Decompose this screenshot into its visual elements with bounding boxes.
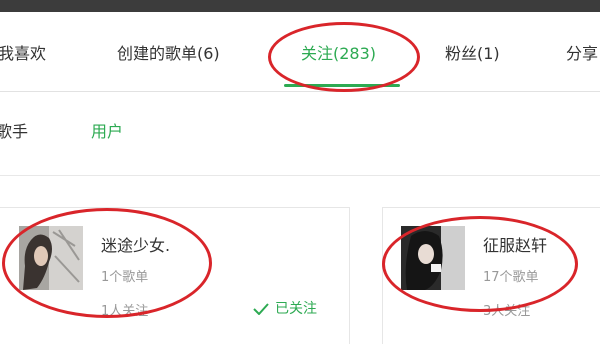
user-card[interactable]: 征服赵轩 17个歌单 3人关注 xyxy=(382,207,600,344)
tab-liked[interactable]: 我喜欢 xyxy=(0,40,46,64)
user-playlist-count: 1个歌单 xyxy=(101,270,149,285)
sub-tabs: 歌手 用户 xyxy=(0,92,600,176)
avatar[interactable] xyxy=(19,226,83,290)
tab-created-playlists[interactable]: 创建的歌单(6) xyxy=(117,40,220,64)
user-card[interactable]: 迷途少女. 1个歌单 1人关注 已关注 xyxy=(0,207,350,344)
user-follower-count: 1人关注 xyxy=(101,304,149,319)
avatar[interactable] xyxy=(401,226,465,290)
follow-status-button[interactable]: 已关注 xyxy=(253,298,317,319)
user-name[interactable]: 迷途少女. xyxy=(101,232,170,256)
window-top-bar xyxy=(0,0,600,12)
subtab-singers[interactable]: 歌手 xyxy=(0,118,28,142)
user-name[interactable]: 征服赵轩 xyxy=(483,232,547,256)
user-follower-count: 3人关注 xyxy=(483,304,531,319)
user-playlist-count: 17个歌单 xyxy=(483,270,539,285)
check-icon xyxy=(253,303,269,319)
active-tab-underline xyxy=(284,84,400,87)
follow-status-label: 已关注 xyxy=(275,301,317,317)
tab-fans[interactable]: 粉丝(1) xyxy=(445,40,500,64)
tab-share[interactable]: 分享 xyxy=(566,40,598,64)
main-tabs: 我喜欢 创建的歌单(6) 关注(283) 粉丝(1) 分享 xyxy=(0,12,600,92)
subtab-users[interactable]: 用户 xyxy=(91,118,123,142)
tab-following[interactable]: 关注(283) xyxy=(301,40,376,64)
